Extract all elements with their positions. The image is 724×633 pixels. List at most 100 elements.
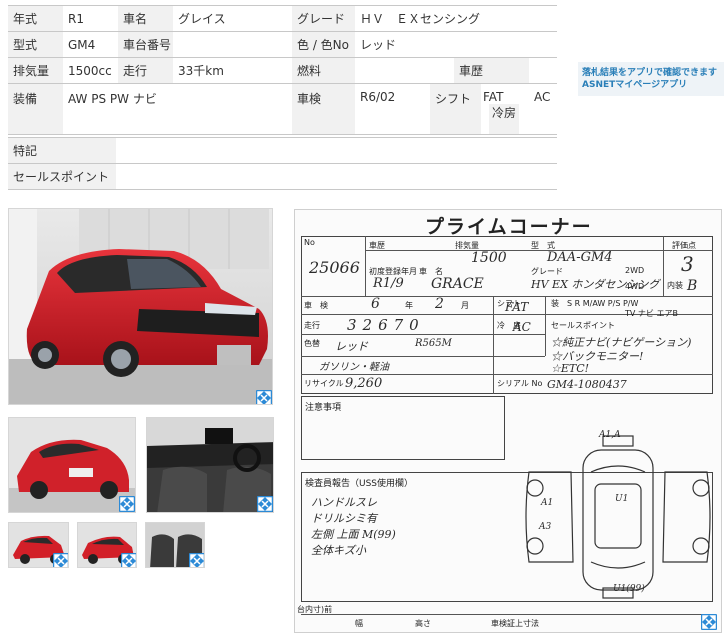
grid-line	[301, 334, 545, 335]
app-banner-line1: 落札結果をアプリで確認できます	[582, 68, 718, 78]
label-sales-point: セールスポイント	[551, 321, 615, 330]
sheet-title: プライムコーナー	[425, 216, 593, 238]
hand-interior-score: B	[687, 278, 698, 294]
hand-recycle: 9,260	[345, 376, 383, 391]
hand-sales-point-3: ☆ETC!	[551, 362, 590, 375]
label-notes: 特記	[8, 137, 116, 164]
hand-grade-score: 3	[681, 252, 694, 276]
grid-line	[663, 236, 664, 296]
value-year: R1	[63, 5, 118, 32]
value-grade: ＨＶ ＥＸセンシング	[355, 5, 558, 32]
label-year: 年式	[8, 5, 63, 32]
label-serial: シリアル No	[497, 379, 543, 388]
value-displacement: 1500cc	[63, 57, 118, 84]
hand-color-no: R565M	[415, 338, 452, 349]
spec-row-sales-point: セールスポイント	[8, 163, 557, 190]
zoom-icon[interactable]	[121, 553, 136, 567]
hand-car-name: GRACE	[431, 276, 484, 292]
label-year: 年	[405, 301, 413, 310]
zoom-icon[interactable]	[701, 614, 717, 630]
zoom-icon[interactable]	[53, 553, 68, 567]
grid-line	[301, 374, 713, 375]
hand-grade: HV EX ホンダセンシング	[531, 278, 660, 291]
hand-inspector-1: ハンドルスレ	[311, 496, 377, 509]
hand-shaken-month: 2	[435, 296, 444, 312]
rear-car-photo[interactable]	[8, 417, 136, 513]
app-banner-line2: ASNETマイページアプリ	[582, 80, 688, 90]
hand-inspector-3: 左側 上面 M(99)	[311, 528, 396, 541]
grid-line	[301, 296, 713, 297]
main-car-photo[interactable]	[8, 208, 273, 405]
label-mileage: 走行	[118, 57, 173, 84]
label-bottom-front: 台内寸)前	[297, 605, 333, 614]
value-color: レッド	[355, 31, 558, 58]
spec-row-model: 型式 GM4 車台番号 色 / 色No レッド	[8, 31, 558, 58]
label-no: No	[304, 238, 315, 247]
hand-inspector-4: 全体キズ小	[311, 544, 366, 557]
grid-line	[301, 356, 545, 357]
label-color: 色 / 色No	[292, 31, 355, 58]
app-banner[interactable]: 落札結果をアプリで確認できます ASNETマイページアプリ	[578, 62, 724, 96]
label-history: 車歴	[369, 241, 385, 250]
car-damage-diagram	[525, 435, 711, 599]
label-width: 幅	[355, 619, 363, 628]
value-model: GM4	[63, 31, 118, 58]
value-equipment: AW PS PW ナビ	[63, 83, 292, 135]
spec-extra-table: 特記 セールスポイント	[8, 137, 557, 190]
label-chassis: 車台番号	[118, 31, 173, 58]
label-displacement: 排気量	[8, 57, 63, 84]
value-notes	[116, 137, 557, 164]
grid-line	[301, 614, 713, 615]
label-shift: シフト	[430, 83, 481, 135]
hand-shift: FAT	[505, 300, 529, 314]
label-notes: 注意事項	[305, 403, 342, 413]
label-history: 車歴	[454, 57, 529, 84]
car-rear-image	[9, 418, 135, 512]
label-recycle: リサイクル	[304, 379, 344, 388]
hand-inspector-2: ドリルシミ有	[311, 512, 377, 525]
spec-row-displacement: 排気量 1500cc 走行 33千km 燃料 車歴	[8, 57, 558, 84]
zoom-icon[interactable]	[119, 496, 135, 512]
hand-displacement: 1500	[471, 250, 507, 266]
hand-serial: GM4-1080437	[547, 378, 627, 391]
value-mileage: 33千km	[173, 57, 292, 84]
hand-fuel: ガソリン・軽油	[319, 362, 389, 373]
label-equipment: 装備	[8, 83, 63, 135]
value-sales-point	[116, 163, 557, 190]
hand-damage-u1-99: U1(99)	[613, 584, 645, 594]
thumbnail-side[interactable]	[77, 522, 137, 568]
hand-aircon: AC	[513, 320, 531, 334]
label-fuel: 燃料	[292, 57, 355, 84]
car-front-image	[9, 209, 272, 404]
hand-color: レッド	[335, 340, 368, 353]
label-2wd: 2WD	[625, 266, 645, 275]
grid-line	[365, 236, 366, 296]
hand-damage-top: A1,A	[599, 430, 621, 440]
label-shaken: 車 検	[304, 301, 328, 310]
label-interior: 内装	[667, 281, 683, 290]
value-chassis	[173, 31, 292, 58]
thumbnail-front[interactable]	[8, 522, 69, 568]
label-score: 評価点	[672, 241, 696, 250]
label-model: 型式	[8, 31, 63, 58]
spec-row-notes: 特記	[8, 137, 557, 164]
interior-photo[interactable]	[146, 417, 274, 513]
label-bottom-right: 車検証上寸法	[491, 619, 539, 628]
grid-line	[545, 296, 546, 356]
hand-model: DAA-GM4	[547, 250, 613, 265]
zoom-icon[interactable]	[257, 496, 273, 512]
thumbnail-seats[interactable]	[145, 522, 205, 568]
auction-sheet[interactable]: プライムコーナー No 車歴 排気量 型 式 評価点 初度登録年月 車 名 グレ…	[294, 209, 722, 633]
spec-table: 年式 R1 車名 グレイス グレード ＨＶ ＥＸセンシング 型式 GM4 車台番…	[8, 5, 558, 135]
label-car-name: 車名	[118, 5, 173, 32]
zoom-icon[interactable]	[189, 553, 204, 567]
label-inspection: 車検	[292, 83, 355, 135]
hand-damage-a3: A3	[539, 522, 552, 532]
label-height: 高さ	[415, 619, 431, 628]
value-shift: FAT 冷房	[481, 83, 529, 135]
grid-line	[493, 296, 494, 394]
value-inspection: R6/02	[355, 83, 430, 135]
zoom-icon[interactable]	[256, 390, 272, 404]
hand-lot-no: 25066	[309, 258, 360, 277]
car-interior-image	[147, 418, 273, 512]
